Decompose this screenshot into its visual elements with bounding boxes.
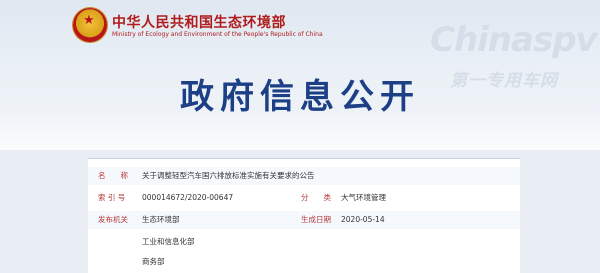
date-value: 2020-05-14 [341,215,385,224]
issuer-value-1: 生态环境部 [142,215,180,224]
name-row: 名 称 关于调整轻型汽车国六排放标准实施有关要求的公告 [88,167,520,185]
category-label: 分 类 [301,193,331,202]
issuer-row-2: 工业和信息化部 [88,233,520,251]
page-title: 政府信息公开 [180,77,420,117]
star-icon: ★ [83,13,95,28]
watermark-logo: Chinaspv [430,20,598,60]
issuer-row: 发布机关 生态环境部 生成日期 2020-05-14 [88,211,520,229]
name-label: 名 称 [98,171,128,180]
header-banner: ★ 中华人民共和国生态环境部 Ministry of Ecology and E… [0,0,600,150]
index-row: 索 引 号 000014672/2020-00647 分 类 大气环境管理 [88,189,520,207]
issuer-row-3: 商务部 [88,253,520,271]
national-emblem-icon: ★ [73,8,107,42]
issuer-value-2: 工业和信息化部 [142,237,195,246]
index-label: 索 引 号 [98,193,126,202]
issuer-label: 发布机关 [98,215,128,224]
category-value: 大气环境管理 [341,193,386,202]
ministry-name-en: Ministry of Ecology and Environment of t… [112,31,323,38]
date-label: 生成日期 [301,215,331,224]
info-table: 名 称 关于调整轻型汽车国六排放标准实施有关要求的公告 索 引 号 000014… [88,158,520,273]
ministry-name-cn[interactable]: 中华人民共和国生态环境部 [112,12,286,32]
index-value: 000014672/2020-00647 [142,193,234,202]
issuer-value-3: 商务部 [142,257,165,266]
name-value: 关于调整轻型汽车国六排放标准实施有关要求的公告 [142,171,315,180]
